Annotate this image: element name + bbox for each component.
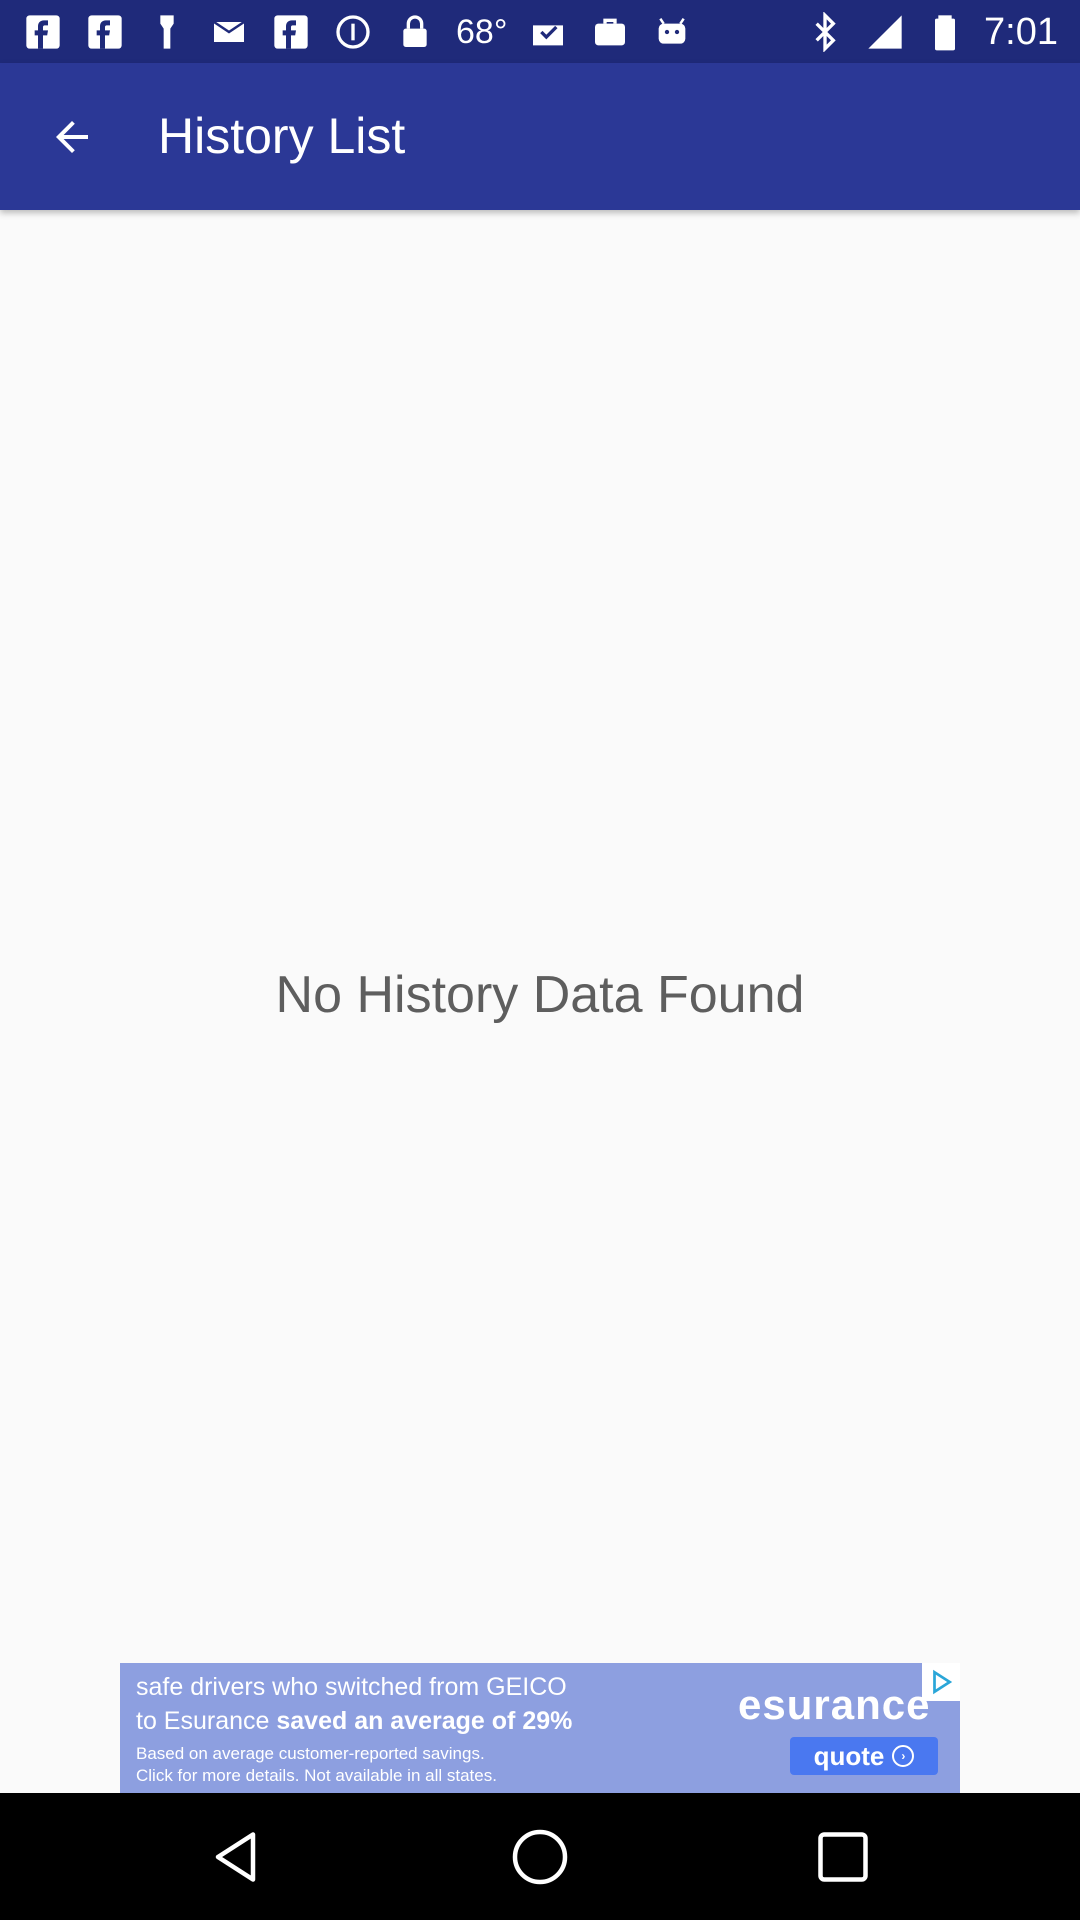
empty-state-message: No History Data Found xyxy=(275,966,805,1024)
status-bar: 68° 7:01 xyxy=(0,0,1080,63)
nav-recents-button[interactable] xyxy=(807,1821,879,1893)
facebook-icon xyxy=(84,11,126,53)
ad-headline-prefix: to Esurance xyxy=(136,1707,277,1735)
facebook-icon xyxy=(22,11,64,53)
circle-home-icon xyxy=(512,1829,568,1885)
status-system-icons: 7:01 xyxy=(804,0,1058,63)
ad-headline-bold: saved an average of 29% xyxy=(276,1707,573,1735)
page-title: History List xyxy=(158,108,406,164)
nav-back-button[interactable] xyxy=(202,1821,274,1893)
status-notification-icons: 68° xyxy=(22,0,693,63)
lock-icon xyxy=(394,11,436,53)
bluetooth-icon xyxy=(804,11,846,53)
clock-time: 7:01 xyxy=(984,10,1058,53)
ad-quote-label: quote xyxy=(813,1740,885,1771)
briefcase-icon xyxy=(589,11,631,53)
ad-disclaimer-line2: Click for more details. Not available in… xyxy=(136,1766,497,1785)
app-bar: History List xyxy=(0,63,1080,210)
android-icon xyxy=(651,11,693,53)
mail-icon xyxy=(208,11,250,53)
mail-check-icon xyxy=(527,11,569,53)
nav-home-button[interactable] xyxy=(504,1821,576,1893)
ad-headline-line2: to Esurance saved an average of 29% xyxy=(136,1707,572,1736)
signal-icon xyxy=(864,11,906,53)
back-button[interactable] xyxy=(36,101,108,173)
info-icon xyxy=(332,11,374,53)
ad-choices-icon[interactable] xyxy=(922,1663,960,1701)
arrow-right-icon: › xyxy=(892,1745,915,1767)
ad-brand-logo: esurance xyxy=(738,1681,931,1728)
facebook-icon xyxy=(270,11,312,53)
ad-disclaimer-line1: Based on average customer-reported savin… xyxy=(136,1744,485,1763)
ad-headline-line1: safe drivers who switched from GEICO xyxy=(136,1673,567,1701)
ad-banner[interactable]: safe drivers who switched from GEICO to … xyxy=(120,1663,960,1793)
temperature-text: 68° xyxy=(456,12,508,51)
arrow-back-icon xyxy=(56,121,88,153)
battery-icon xyxy=(924,11,966,53)
ad-quote-button[interactable]: quote › xyxy=(790,1737,938,1775)
triangle-back-icon xyxy=(215,1832,256,1882)
torch-icon xyxy=(146,11,188,53)
navigation-bar xyxy=(0,1793,1080,1920)
square-recents-icon xyxy=(818,1832,868,1882)
